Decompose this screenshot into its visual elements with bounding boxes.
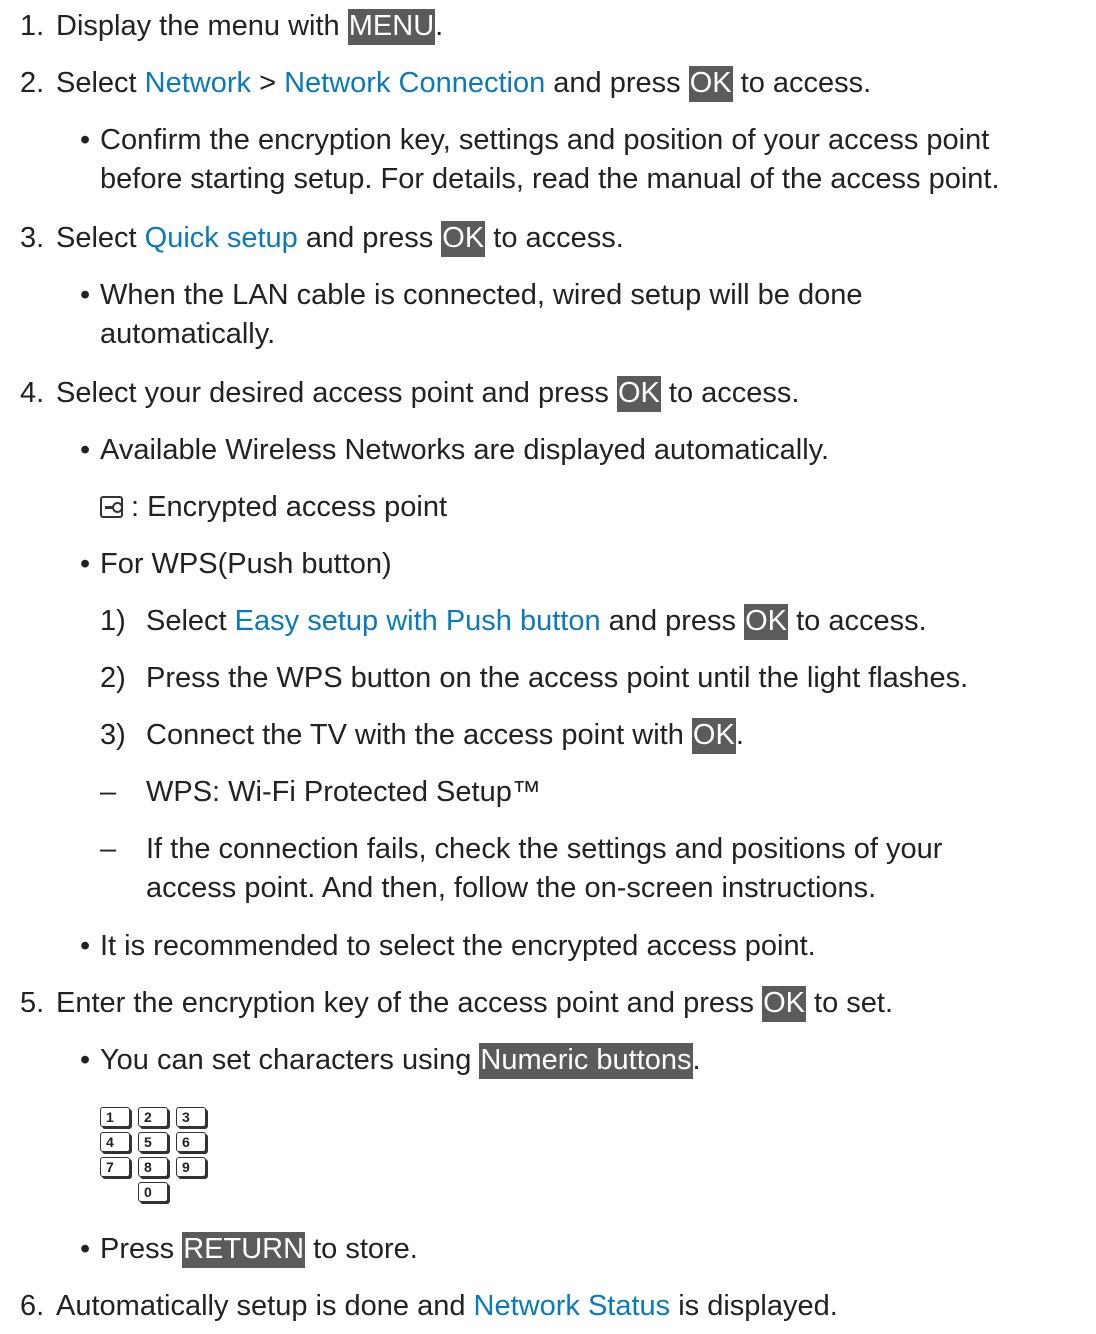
step-6-number: 6. [20, 1290, 45, 1322]
return-button-label: RETURN [182, 1232, 306, 1268]
step-1: Display the menu with MENU. [56, 7, 443, 45]
step-2-bullet-line-1: Confirm the encryption key, settings and… [80, 121, 989, 159]
key-4: 4 [100, 1132, 130, 1152]
step-3-text: Select [56, 222, 145, 254]
step-4-text: Select your desired access point and pre… [56, 377, 617, 409]
note-1-dash: – [100, 776, 117, 808]
step-5-bullet-return: Press RETURN to store. [80, 1230, 418, 1268]
step-5-return-text: Press [100, 1233, 183, 1265]
step-6: Automatically setup is done and Network … [56, 1287, 838, 1325]
sub-step-2: Press the WPS button on the access point… [146, 662, 969, 694]
sub-step-1-text: Select [146, 605, 235, 637]
step-5-suffix: to set. [805, 987, 894, 1019]
step-2-suffix: to access. [732, 67, 872, 99]
step-3: Select Quick setup and press OK to acces… [56, 219, 624, 257]
ok-button-label: OK [762, 986, 806, 1022]
step-4-bullet-available-networks: Available Wireless Networks are displaye… [80, 431, 829, 469]
step-2-mid: and press [545, 67, 689, 99]
step-5-bullet-text: You can set characters using [100, 1044, 480, 1076]
encrypted-access-point-legend: : Encrypted access point [100, 488, 447, 526]
key-5: 5 [138, 1132, 168, 1152]
note-2-line-1: If the connection fails, check the setti… [146, 833, 943, 865]
network-link[interactable]: Network [145, 67, 251, 99]
step-6-text: Automatically setup is done and [56, 1290, 474, 1322]
step-2-number: 2. [20, 67, 45, 99]
step-5-bullet-suffix: . [692, 1044, 701, 1076]
step-2-bullet-line-2: before starting setup. For details, read… [100, 163, 1000, 195]
breadcrumb-separator: > [251, 67, 285, 99]
step-4-bullet-recommended: It is recommended to select the encrypte… [80, 927, 816, 965]
step-1-suffix: . [435, 10, 444, 42]
key-0: 0 [138, 1182, 168, 1202]
key-3: 3 [176, 1107, 206, 1127]
sub-step-1-number: 1) [100, 605, 126, 637]
encrypted-access-point-icon [100, 496, 123, 518]
sub-step-3: Connect the TV with the access point wit… [146, 716, 744, 754]
step-4: Select your desired access point and pre… [56, 374, 800, 412]
key-2: 2 [138, 1107, 168, 1127]
step-1-text: Display the menu with [56, 10, 348, 42]
numeric-keypad-illustration: 1 2 3 4 5 6 7 8 9 0 [100, 1107, 220, 1207]
step-5-bullet-numeric: You can set characters using Numeric but… [80, 1041, 701, 1079]
sub-step-2-number: 2) [100, 662, 126, 694]
step-2-text: Select [56, 67, 145, 99]
step-4-suffix: to access. [660, 377, 800, 409]
step-5: Enter the encryption key of the access p… [56, 984, 893, 1022]
step-4-number: 4. [20, 377, 45, 409]
key-8: 8 [138, 1157, 168, 1177]
step-4-bullet-wps: For WPS(Push button) [80, 545, 392, 583]
ok-button-label: OK [441, 221, 486, 257]
step-3-mid: and press [297, 222, 442, 254]
network-status-link[interactable]: Network Status [474, 1290, 671, 1322]
step-2: Select Network > Network Connection and … [56, 64, 871, 102]
note-2-line-2: access point. And then, follow the on-sc… [146, 872, 877, 904]
quick-setup-link[interactable]: Quick setup [145, 222, 298, 254]
sub-step-1-suffix: to access. [788, 605, 927, 637]
key-1: 1 [100, 1107, 130, 1127]
ok-button-label: OK [688, 66, 733, 102]
ok-button-label: OK [744, 604, 789, 640]
key-9: 9 [176, 1157, 206, 1177]
step-5-return-suffix: to store. [305, 1233, 418, 1265]
encrypted-legend-text: : Encrypted access point [123, 491, 447, 523]
note-1: WPS: Wi-Fi Protected Setup™ [146, 776, 541, 808]
key-7: 7 [100, 1157, 130, 1177]
sub-step-1-mid: and press [600, 605, 745, 637]
step-3-bullet-line-2: automatically. [100, 318, 276, 350]
numeric-buttons-label: Numeric buttons [479, 1043, 693, 1079]
step-5-text: Enter the encryption key of the access p… [56, 987, 763, 1019]
step-3-bullet-line-1: When the LAN cable is connected, wired s… [80, 276, 862, 314]
note-2-dash: – [100, 833, 117, 865]
key-6: 6 [176, 1132, 206, 1152]
easy-setup-push-button-link[interactable]: Easy setup with Push button [235, 605, 601, 637]
sub-step-1: Select Easy setup with Push button and p… [146, 602, 927, 640]
step-3-number: 3. [20, 222, 45, 254]
step-1-number: 1. [20, 10, 45, 42]
step-6-suffix: is displayed. [670, 1290, 838, 1322]
sub-step-3-number: 3) [100, 719, 126, 751]
network-connection-link[interactable]: Network Connection [284, 67, 545, 99]
ok-button-label: OK [616, 376, 661, 412]
sub-step-3-suffix: . [735, 719, 744, 751]
ok-button-label: OK [691, 718, 736, 754]
menu-button-label: MENU [347, 9, 436, 45]
step-5-number: 5. [20, 987, 45, 1019]
sub-step-3-text: Connect the TV with the access point wit… [146, 719, 692, 751]
step-3-suffix: to access. [485, 222, 624, 254]
